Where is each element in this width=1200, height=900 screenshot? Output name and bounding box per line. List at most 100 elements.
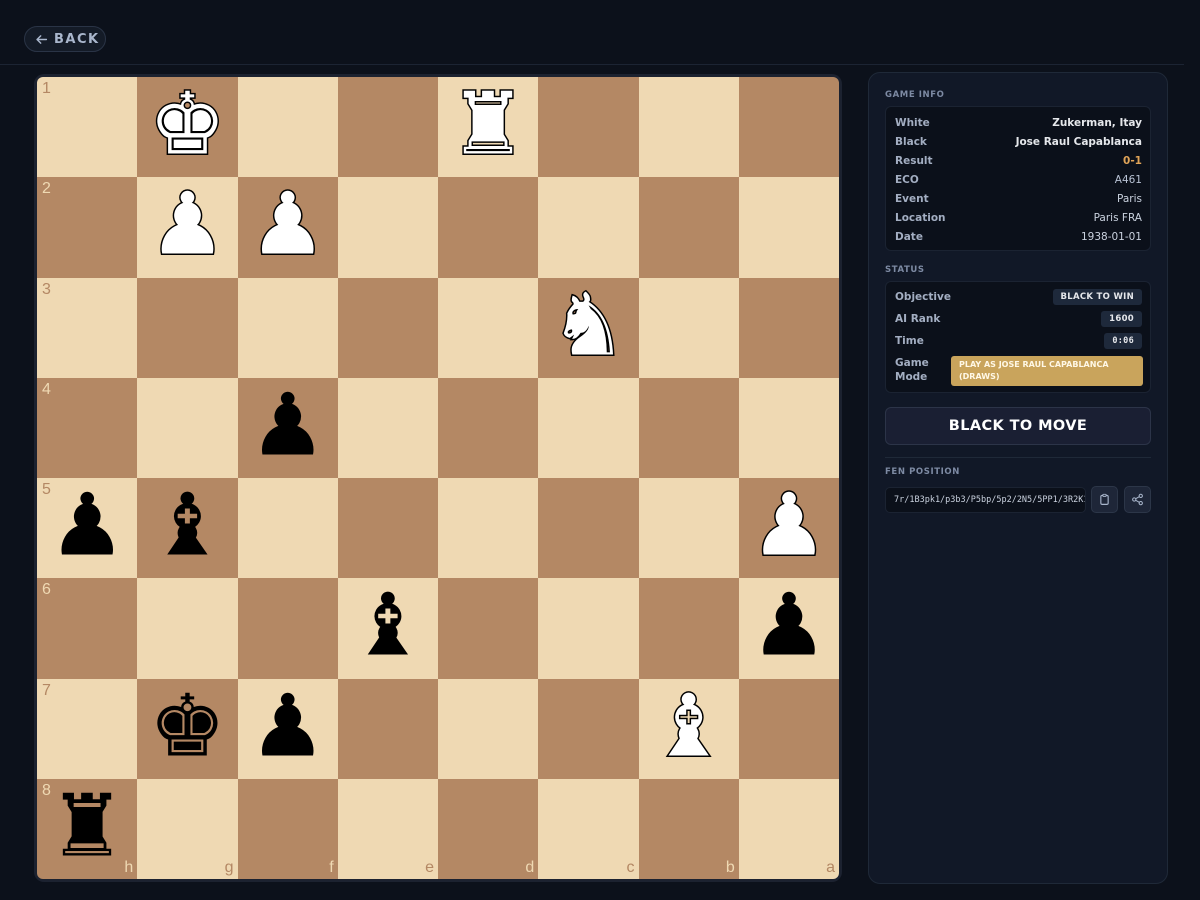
square-c3[interactable]: ♞: [538, 277, 639, 378]
black-rook-piece[interactable]: ♜: [49, 783, 126, 869]
square-g6[interactable]: [137, 578, 238, 679]
square-d7[interactable]: [438, 678, 539, 779]
square-g1[interactable]: ♚: [137, 77, 238, 178]
square-e7[interactable]: [337, 678, 438, 779]
square-g7[interactable]: ♚: [137, 678, 238, 779]
info-value: 1938-01-01: [1080, 231, 1142, 243]
fen-title: FEN POSITION: [885, 467, 960, 477]
square-a1[interactable]: [738, 77, 839, 178]
square-c6[interactable]: [538, 578, 639, 679]
square-h3[interactable]: 3: [37, 277, 138, 378]
white-pawn-piece[interactable]: ♟: [749, 481, 829, 570]
rank-label: 6: [42, 581, 51, 599]
square-b7[interactable]: ♝: [638, 678, 739, 779]
copy-fen-button[interactable]: [1091, 486, 1118, 513]
black-bishop-piece[interactable]: ♝: [149, 483, 226, 569]
square-h7[interactable]: 7: [37, 678, 138, 779]
square-h4[interactable]: 4: [37, 377, 138, 478]
square-b8[interactable]: b: [638, 778, 739, 879]
info-value: Paris FRA: [1093, 212, 1142, 224]
file-label: f: [329, 859, 334, 876]
square-f5[interactable]: [237, 478, 338, 579]
square-a3[interactable]: [738, 277, 839, 378]
square-g3[interactable]: [137, 277, 238, 378]
square-g8[interactable]: g: [137, 778, 238, 879]
square-c7[interactable]: [538, 678, 639, 779]
square-g4[interactable]: [137, 377, 238, 478]
top-bar: BACK: [0, 0, 1184, 65]
black-pawn-piece[interactable]: ♟: [750, 583, 827, 669]
square-a8[interactable]: a: [738, 778, 839, 879]
square-e5[interactable]: [337, 478, 438, 579]
square-e2[interactable]: [337, 177, 438, 278]
info-row-event: Event Paris: [895, 191, 1142, 207]
square-h6[interactable]: 6: [37, 578, 138, 679]
square-f1[interactable]: [237, 77, 338, 178]
square-h8[interactable]: 8 h ♜: [37, 778, 138, 879]
square-d6[interactable]: [438, 578, 539, 679]
square-c2[interactable]: [538, 177, 639, 278]
black-bishop-piece[interactable]: ♝: [349, 583, 426, 669]
black-pawn-piece[interactable]: ♟: [49, 483, 126, 569]
rank-label: 3: [42, 280, 51, 298]
info-row-date: Date 1938-01-01: [895, 229, 1142, 245]
divider: [885, 457, 1151, 458]
square-a7[interactable]: [738, 678, 839, 779]
white-pawn-piece[interactable]: ♟: [248, 180, 328, 269]
square-a5[interactable]: ♟: [738, 478, 839, 579]
square-a6[interactable]: ♟: [738, 578, 839, 679]
white-rook-piece[interactable]: ♜: [448, 80, 528, 169]
square-d3[interactable]: [438, 277, 539, 378]
square-f6[interactable]: [237, 578, 338, 679]
square-b1[interactable]: [638, 77, 739, 178]
square-c8[interactable]: c: [538, 778, 639, 879]
square-b4[interactable]: [638, 377, 739, 478]
square-d5[interactable]: [438, 478, 539, 579]
white-king-piece[interactable]: ♚: [147, 80, 227, 169]
white-pawn-piece[interactable]: ♟: [147, 180, 227, 269]
square-d8[interactable]: d: [438, 778, 539, 879]
share-button[interactable]: [1124, 486, 1151, 513]
info-value: Paris: [1117, 193, 1142, 205]
square-e4[interactable]: [337, 377, 438, 478]
square-d1[interactable]: ♜: [438, 77, 539, 178]
square-h5[interactable]: 5 ♟: [37, 478, 138, 579]
square-a4[interactable]: [738, 377, 839, 478]
square-h1[interactable]: 1: [37, 77, 138, 178]
square-f4[interactable]: ♟: [237, 377, 338, 478]
square-g5[interactable]: ♝: [137, 478, 238, 579]
square-c5[interactable]: [538, 478, 639, 579]
status-row-time: Time 0:06: [895, 333, 1142, 349]
square-a2[interactable]: [738, 177, 839, 278]
square-f2[interactable]: ♟: [237, 177, 338, 278]
black-pawn-piece[interactable]: ♟: [249, 382, 326, 468]
square-e6[interactable]: ♝: [337, 578, 438, 679]
square-f3[interactable]: [237, 277, 338, 378]
info-row-black: Black Jose Raul Capablanca: [895, 134, 1142, 150]
square-f7[interactable]: ♟: [237, 678, 338, 779]
white-bishop-piece[interactable]: ♝: [649, 682, 729, 771]
black-king-piece[interactable]: ♚: [149, 683, 226, 769]
square-g2[interactable]: ♟: [137, 177, 238, 278]
square-f8[interactable]: f: [237, 778, 338, 879]
square-c1[interactable]: [538, 77, 639, 178]
file-label: d: [525, 859, 535, 876]
square-c4[interactable]: [538, 377, 639, 478]
square-d4[interactable]: [438, 377, 539, 478]
square-e8[interactable]: e: [337, 778, 438, 879]
square-b2[interactable]: [638, 177, 739, 278]
info-row-eco: ECO A461: [895, 172, 1142, 188]
white-knight-piece[interactable]: ♞: [548, 281, 628, 370]
chess-board[interactable]: 1 ♚ ♜ 2 ♟ ♟ 3 ♞ 4 ♟ 5 ♟ ♝ ♟ 6 ♝ ♟ 7 ♚ ♟ ♝ 8 h ♜ g f e d c b a: [37, 77, 839, 879]
square-b3[interactable]: [638, 277, 739, 378]
square-d2[interactable]: [438, 177, 539, 278]
black-pawn-piece[interactable]: ♟: [249, 683, 326, 769]
square-e1[interactable]: [337, 77, 438, 178]
black-to-move-button[interactable]: BLACK TO MOVE: [885, 407, 1151, 445]
fen-field[interactable]: 7r/1B3pk1/p3b3/P5bp/5p2/2N5/5PP1/3R2K1 b…: [885, 487, 1086, 513]
back-button[interactable]: BACK: [24, 26, 106, 52]
square-e3[interactable]: [337, 277, 438, 378]
square-b6[interactable]: [638, 578, 739, 679]
square-b5[interactable]: [638, 478, 739, 579]
square-h2[interactable]: 2: [37, 177, 138, 278]
